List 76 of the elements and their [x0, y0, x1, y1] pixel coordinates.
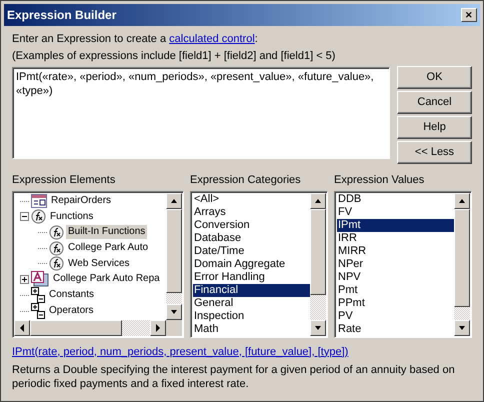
tree-item[interactable]: RepairOrders	[49, 194, 114, 208]
list-item[interactable]: Financial	[193, 284, 310, 296]
list-item[interactable]: General	[193, 296, 310, 310]
list-item[interactable]: Pmt	[337, 284, 454, 296]
list-label: Expression Values	[334, 173, 426, 188]
close-button[interactable]: ✕	[461, 8, 477, 22]
list-item[interactable]: Inspection	[193, 310, 310, 322]
scroll-left-icon[interactable]	[14, 320, 30, 336]
calculated-control-link[interactable]: calculated control	[169, 33, 255, 45]
horizontal-scrollbar[interactable]	[14, 320, 182, 336]
list-item[interactable]: <All>	[193, 192, 310, 206]
tree-view[interactable]: RepairOrders Functions Built-In Functions College Park Auto Web Services College Park Auto Repa Constants Operators	[12, 190, 184, 338]
list-item[interactable]: Math	[193, 322, 310, 336]
list-item[interactable]: PPmt	[337, 296, 454, 310]
list-item[interactable]: Rate	[337, 322, 454, 336]
list-item[interactable]: Arrays	[193, 206, 310, 218]
vertical-scrollbar[interactable]	[310, 192, 326, 336]
list-item[interactable]: MIRR	[337, 244, 454, 258]
scroll-down-icon[interactable]	[310, 320, 326, 336]
list-item[interactable]: Domain Aggregate	[193, 258, 310, 270]
tree-item[interactable]: Built-In Functions	[66, 225, 148, 240]
form-icon	[31, 271, 49, 288]
table-icon	[31, 194, 47, 208]
function-icon	[49, 256, 64, 272]
list-item[interactable]: IPmt	[337, 218, 454, 232]
scroll-thumb[interactable]	[166, 208, 182, 292]
list-item[interactable]: NPV	[337, 270, 454, 284]
description-text: Returns a Double specifying the interest payment for a given period of an annuity based on periodic fixed payments and a fixed interest rate.	[12, 363, 456, 391]
list-item[interactable]: Database	[193, 232, 310, 244]
plus-minus-icon	[31, 287, 45, 304]
scroll-right-icon[interactable]	[150, 320, 166, 336]
list-item[interactable]: Conversion	[193, 218, 310, 232]
function-icon	[49, 224, 64, 240]
plus-minus-icon	[31, 303, 45, 320]
list-item[interactable]: PV	[337, 310, 454, 322]
list-item[interactable]: NPer	[337, 258, 454, 270]
expand-icon[interactable]	[20, 274, 29, 284]
function-icon	[49, 240, 64, 256]
scroll-down-icon[interactable]	[454, 320, 470, 336]
scroll-up-icon[interactable]	[166, 192, 182, 208]
vertical-scrollbar[interactable]	[166, 192, 182, 320]
list-label: Expression Categories	[190, 173, 302, 188]
scroll-thumb[interactable]	[30, 320, 122, 336]
scrollbar-corner	[166, 320, 182, 336]
vertical-scrollbar[interactable]	[454, 192, 470, 336]
examples-text: (Examples of expressions include [field1] + [field2] and [field1] < 5)	[12, 49, 336, 64]
list-label: Expression Elements	[12, 173, 116, 188]
dialog-button[interactable]: Help	[397, 116, 472, 139]
expression-field[interactable]: IPmt(«rate», «period», «num_periods», «present_value», «future_value», «type»)	[12, 67, 390, 159]
scroll-down-icon[interactable]	[166, 304, 182, 320]
dialog-button[interactable]: << Less	[397, 141, 472, 164]
tree-item[interactable]: Constants	[47, 288, 96, 302]
dialog-button[interactable]: Cancel	[397, 91, 472, 114]
syntax-link[interactable]: IPmt(rate, period, num_periods, present_value, [future_value], [type])	[12, 344, 348, 360]
tree-item[interactable]: College Park Auto	[66, 241, 150, 256]
tree-item[interactable]: Operators	[47, 304, 96, 318]
scroll-up-icon[interactable]	[454, 192, 470, 208]
dialog-button[interactable]: OK	[397, 66, 472, 89]
list-item[interactable]: DDB	[337, 192, 454, 206]
list-item[interactable]: IRR	[337, 232, 454, 244]
function-icon	[31, 209, 46, 224]
scroll-thumb[interactable]	[310, 208, 326, 294]
scroll-thumb[interactable]	[454, 208, 470, 306]
window-title: Expression Builder	[7, 7, 116, 24]
instruction-text: Enter an Expression to create a calculated control:	[12, 32, 259, 47]
list-item[interactable]: Date/Time	[193, 244, 310, 258]
scroll-up-icon[interactable]	[310, 192, 326, 208]
list-item[interactable]: Error Handling	[193, 270, 310, 284]
expression-text: IPmt(«rate», «period», «num_periods», «present_value», «future_value», «type»)	[16, 70, 375, 98]
tree-item[interactable]: Functions	[48, 210, 96, 224]
list-item[interactable]: FV	[337, 206, 454, 218]
collapse-icon[interactable]	[20, 212, 29, 222]
list-box[interactable]: DDB FV IPmt IRR MIRR NPer NPV Pmt PPmt PV Rate	[334, 190, 472, 338]
tree-item[interactable]: College Park Auto Repa	[51, 272, 162, 286]
list-box[interactable]: <All> Arrays Conversion Database Date/Time Domain Aggregate Error Handling Financial General Inspection Math	[190, 190, 328, 338]
tree-item[interactable]: Web Services	[66, 256, 132, 271]
